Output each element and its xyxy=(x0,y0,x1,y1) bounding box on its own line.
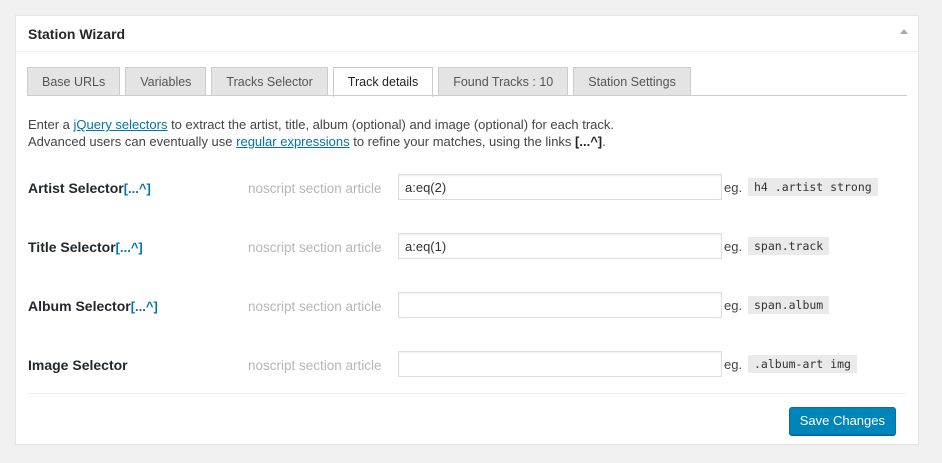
save-changes-button[interactable]: Save Changes xyxy=(788,407,896,435)
title-selector-label: Title Selector[...^] xyxy=(28,239,143,255)
album-selector-row: Album Selector[...^] noscript section ar… xyxy=(28,292,906,320)
artist-parent-selector-hint: noscript section article xyxy=(248,181,382,196)
album-eg-label: eg. xyxy=(724,298,743,313)
regular-expressions-link[interactable]: regular expressions xyxy=(236,134,349,149)
title-selector-input[interactable] xyxy=(398,233,722,259)
artist-selector-input[interactable] xyxy=(398,174,722,200)
tab-base-urls[interactable]: Base URLs xyxy=(27,67,121,95)
artist-eg-label: eg. xyxy=(724,180,743,195)
intro-line-1: Enter a jQuery selectors to extract the … xyxy=(28,116,614,133)
image-parent-selector-hint: noscript section article xyxy=(248,358,382,373)
intro-text-segment: . xyxy=(602,134,606,149)
field-label-text: Artist Selector xyxy=(28,180,124,196)
album-parent-selector-hint: noscript section article xyxy=(248,299,382,314)
artist-regex-link[interactable]: [...^] xyxy=(124,181,151,196)
title-selector-row: Title Selector[...^] noscript section ar… xyxy=(28,233,906,261)
image-example-code: .album-art img xyxy=(748,355,857,373)
field-label-text: Image Selector xyxy=(28,357,128,373)
intro-text-segment: Advanced users can eventually use xyxy=(28,134,237,149)
tab-found-tracks[interactable]: Found Tracks : 10 xyxy=(438,67,569,95)
tab-tracks-selector[interactable]: Tracks Selector xyxy=(211,67,328,95)
collapse-arrow-icon[interactable] xyxy=(900,29,908,34)
jquery-selectors-link[interactable]: jQuery selectors xyxy=(74,117,168,132)
album-selector-label: Album Selector[...^] xyxy=(28,298,158,314)
tab-track-details[interactable]: Track details xyxy=(332,67,434,97)
title-eg-label: eg. xyxy=(724,239,743,254)
intro-text-segment: Enter a xyxy=(28,117,74,132)
artist-example-code: h4 .artist strong xyxy=(748,178,878,196)
artist-selector-label: Artist Selector[...^] xyxy=(28,180,151,196)
title-parent-selector-hint: noscript section article xyxy=(248,240,382,255)
panel-header: Station Wizard xyxy=(16,16,918,52)
album-regex-link[interactable]: [...^] xyxy=(131,299,158,314)
tab-divider xyxy=(27,95,907,96)
tab-variables[interactable]: Variables xyxy=(125,67,207,95)
album-selector-input[interactable] xyxy=(398,292,722,318)
tab-station-settings[interactable]: Station Settings xyxy=(573,67,691,95)
field-label-text: Title Selector xyxy=(28,239,116,255)
intro-text: Enter a jQuery selectors to extract the … xyxy=(28,116,614,150)
image-selector-label: Image Selector xyxy=(28,357,128,373)
form-divider xyxy=(28,393,906,394)
image-eg-label: eg. xyxy=(724,357,743,372)
intro-text-segment: to refine your matches, using the links xyxy=(349,134,576,149)
image-selector-input[interactable] xyxy=(398,351,722,377)
image-selector-row: Image Selector noscript section article … xyxy=(28,351,906,379)
field-label-text: Album Selector xyxy=(28,298,131,314)
title-example-code: span.track xyxy=(748,237,830,255)
title-regex-link[interactable]: [...^] xyxy=(116,240,143,255)
station-wizard-panel: Station Wizard Base URLs Variables Track… xyxy=(15,15,919,445)
panel-title: Station Wizard xyxy=(28,26,126,42)
artist-selector-row: Artist Selector[...^] noscript section a… xyxy=(28,174,906,202)
intro-line-2: Advanced users can eventually use regula… xyxy=(28,133,614,150)
tab-bar: Base URLs Variables Tracks Selector Trac… xyxy=(27,67,691,97)
regex-link-marker: [...^] xyxy=(575,134,603,149)
album-example-code: span.album xyxy=(748,296,830,314)
intro-text-segment: to extract the artist, title, album (opt… xyxy=(167,117,614,132)
